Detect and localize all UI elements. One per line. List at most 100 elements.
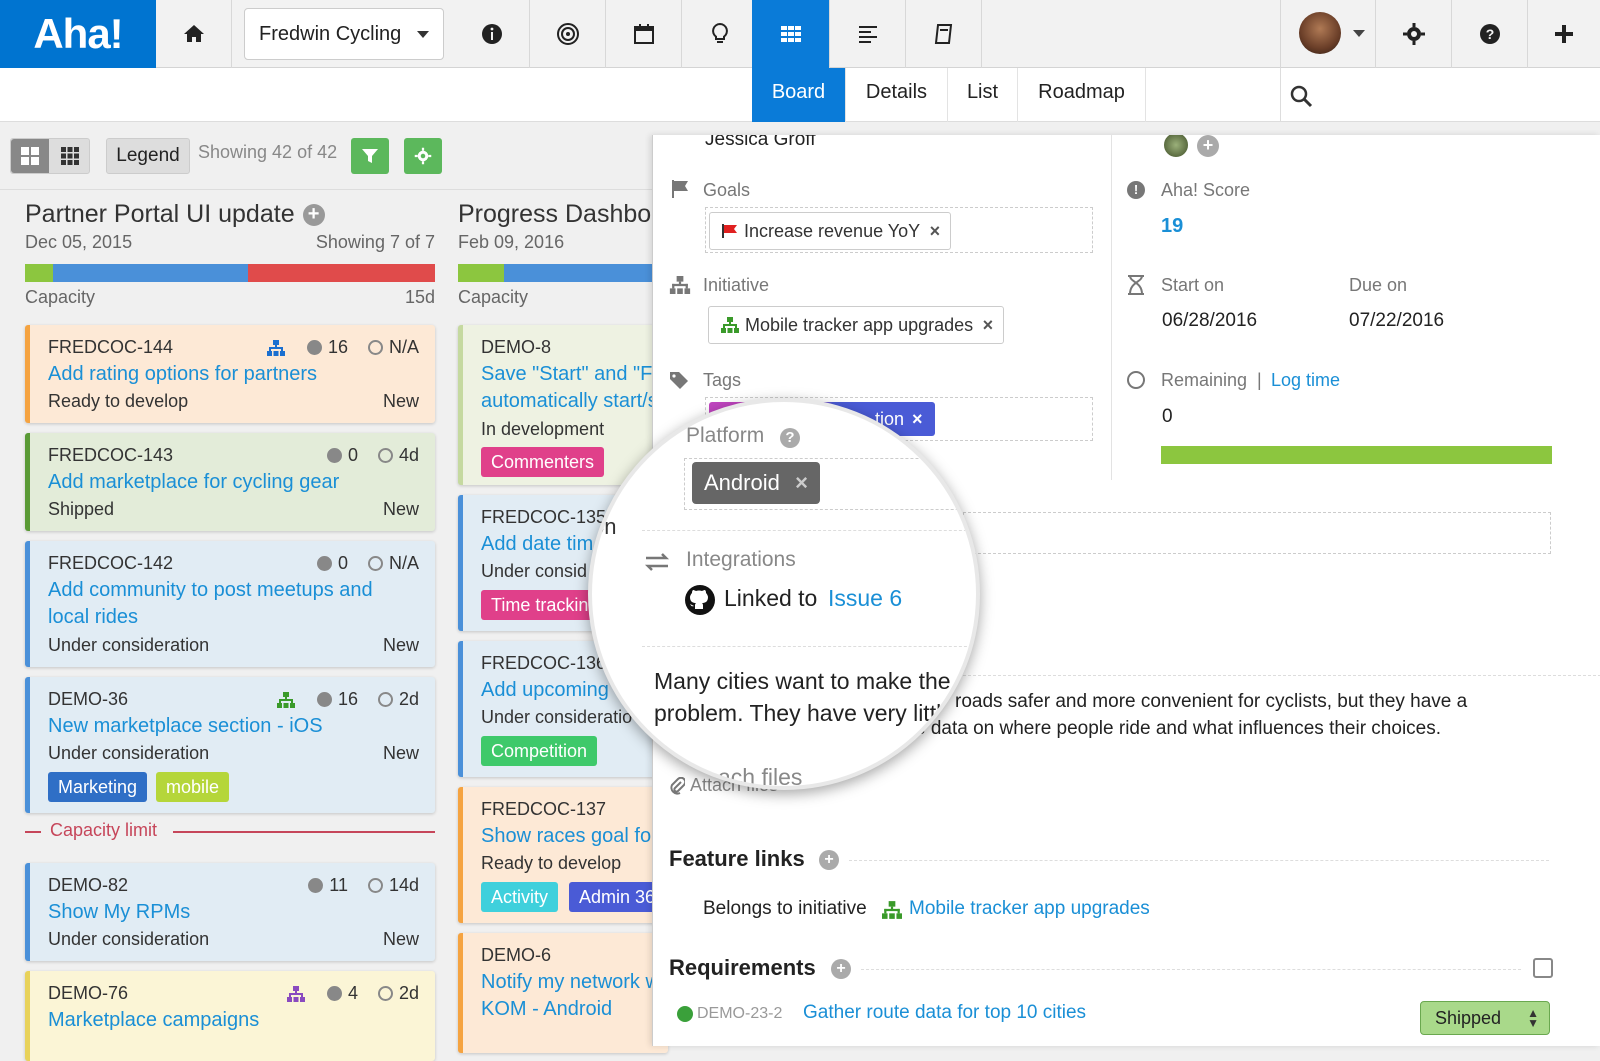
due-date[interactable]: 07/22/2016 (1349, 310, 1444, 332)
help-icon[interactable]: ? (780, 428, 800, 448)
feature-card[interactable]: FREDCOC-144 16 N/A Add rating options fo… (25, 325, 435, 423)
close-icon[interactable]: × (930, 213, 941, 249)
feature-id: DEMO-36 (48, 689, 129, 709)
feature-card[interactable]: DEMO-82 11 14d Show My RPMs Under consid… (25, 863, 435, 961)
add-link-icon[interactable]: + (819, 850, 839, 870)
initiative-chip[interactable]: Mobile tracker app upgrades × (708, 306, 1005, 344)
start-date[interactable]: 06/28/2016 (1162, 310, 1257, 332)
notebook-icon[interactable] (906, 0, 982, 68)
custom-field-box[interactable] (963, 512, 1551, 554)
add-icon[interactable] (1528, 0, 1600, 68)
feature-title[interactable]: Add date tim (481, 531, 593, 558)
tab-list[interactable]: List (948, 68, 1018, 122)
add-requirement-icon[interactable]: + (831, 959, 851, 979)
flag-icon (672, 180, 688, 198)
release-title[interactable]: Progress Dashbo (458, 200, 658, 229)
tag-badge[interactable]: mobile (156, 772, 230, 802)
add-feature-icon[interactable]: + (302, 203, 325, 226)
feature-card[interactable]: FREDCOC-137 Show races goal fo Ready to … (458, 787, 668, 923)
description-line1[interactable]: roads safer and more convenient for cycl… (955, 691, 1467, 713)
tab-details[interactable]: Details (846, 68, 948, 122)
feature-title[interactable]: Notify my network w (481, 969, 660, 996)
feature-card[interactable]: DEMO-36 16 2d New marketplace section - … (25, 677, 435, 813)
description-zoom-line2: problem. They have very littl (654, 700, 942, 726)
feature-type: New (382, 635, 419, 655)
issue-link[interactable]: Issue 6 (828, 585, 902, 612)
paperclip-icon (670, 777, 685, 795)
feature-title[interactable]: Add marketplace for cycling gear (48, 469, 339, 496)
feature-title[interactable]: Show My RPMs (48, 899, 190, 926)
search-input[interactable] (1280, 68, 1600, 122)
user-menu[interactable] (1280, 0, 1376, 68)
card-view-button[interactable] (11, 139, 49, 173)
tag-badge[interactable]: Commenters (481, 447, 605, 477)
initiative-icon (882, 901, 902, 919)
collapse-icon[interactable] (1533, 958, 1553, 978)
compact-view-button[interactable] (51, 139, 89, 173)
feature-status: Ready to develop (481, 853, 622, 873)
score-icon (326, 448, 342, 463)
tag-badge[interactable]: Time trackin (481, 590, 599, 620)
feature-type: New (382, 929, 419, 949)
requirement-status-select[interactable]: Shipped ▲ ▼ (1420, 1001, 1550, 1035)
feature-status: In development (481, 419, 605, 439)
help-icon[interactable]: ? (1452, 0, 1528, 68)
feature-card[interactable]: FREDCOC-143 0 4d Add marketplace for cyc… (25, 433, 435, 531)
showing-count: Showing 42 of 42 (198, 142, 338, 162)
tag-badge[interactable]: Competition (481, 736, 598, 766)
release-title[interactable]: Partner Portal UI update (25, 200, 295, 229)
info-icon[interactable] (454, 0, 530, 68)
grid-icon[interactable] (752, 0, 830, 68)
assignee-name[interactable]: Jessica Groff (705, 135, 816, 151)
product-select[interactable]: Fredwin Cycling (244, 8, 444, 60)
goals-label: Goals (703, 180, 751, 200)
feature-card[interactable]: DEMO-76 4 2d Marketplace campaigns (25, 971, 435, 1061)
settings-button[interactable] (404, 138, 442, 174)
tag-badge[interactable]: Admin 36 (569, 882, 666, 912)
feature-title[interactable]: Add community to post meetups and local … (48, 577, 378, 631)
feature-id: FREDCOC-143 (48, 445, 174, 465)
tab-roadmap[interactable]: Roadmap (1018, 68, 1146, 122)
description-line2[interactable]: e data on where people ride and what inf… (915, 718, 1441, 740)
feature-card[interactable]: DEMO-6 Notify my network w KOM - Android (458, 933, 668, 1053)
lightbulb-icon[interactable] (682, 0, 758, 68)
tag-badge[interactable]: Marketing (48, 772, 148, 802)
platform-chip[interactable]: Android × (692, 462, 820, 504)
top-navbar: Aha! Fredwin Cycling ? (0, 0, 1600, 68)
feature-title[interactable]: Add upcoming (481, 677, 609, 704)
close-icon[interactable]: × (912, 402, 923, 436)
card-meta: 11 14d (308, 875, 419, 896)
add-watcher-icon[interactable]: + (1197, 135, 1219, 157)
feature-title-line2[interactable]: automatically start/s (481, 388, 658, 415)
watcher-avatar[interactable] (1162, 135, 1190, 159)
feature-title[interactable]: Add rating options for partners (48, 361, 317, 388)
gear-icon[interactable] (1376, 0, 1452, 68)
select-arrows-icon: ▲ ▼ (1527, 1006, 1539, 1030)
calendar-icon[interactable] (606, 0, 682, 68)
feature-title-line2[interactable]: KOM - Android (481, 996, 612, 1023)
home-icon[interactable] (156, 0, 232, 68)
feature-title[interactable]: New marketplace section - iOS (48, 713, 323, 740)
aha-score[interactable]: 19 (1161, 215, 1183, 238)
feature-id: DEMO-76 (48, 983, 129, 1003)
avatar (1299, 12, 1341, 54)
log-time-link[interactable]: Log time (1271, 370, 1340, 391)
legend-button[interactable]: Legend (106, 138, 190, 174)
close-icon[interactable]: × (795, 462, 808, 504)
goal-chip[interactable]: Increase revenue YoY × (709, 212, 952, 250)
feature-title[interactable]: Marketplace campaigns (48, 1007, 259, 1034)
feature-title[interactable]: Save "Start" and "F (481, 361, 652, 388)
tag-badge[interactable]: Activity (481, 882, 559, 912)
aha-logo[interactable]: Aha! (0, 0, 156, 68)
filter-button[interactable] (351, 138, 389, 174)
initiative-link[interactable]: Mobile tracker app upgrades (909, 898, 1150, 920)
feature-card[interactable]: FREDCOC-142 0 N/A Add community to post … (25, 541, 435, 667)
target-icon[interactable] (530, 0, 606, 68)
tab-board[interactable]: Board (752, 68, 846, 122)
capacity-label: Capacity (25, 287, 96, 307)
feature-title[interactable]: Show races goal fo (481, 823, 651, 850)
requirement-title[interactable]: Gather route data for top 10 cities (803, 1002, 1086, 1024)
close-icon[interactable]: × (983, 307, 994, 343)
feature-card[interactable]: DEMO-8 Save "Start" and "F automatically… (458, 325, 668, 485)
list-icon[interactable] (830, 0, 906, 68)
